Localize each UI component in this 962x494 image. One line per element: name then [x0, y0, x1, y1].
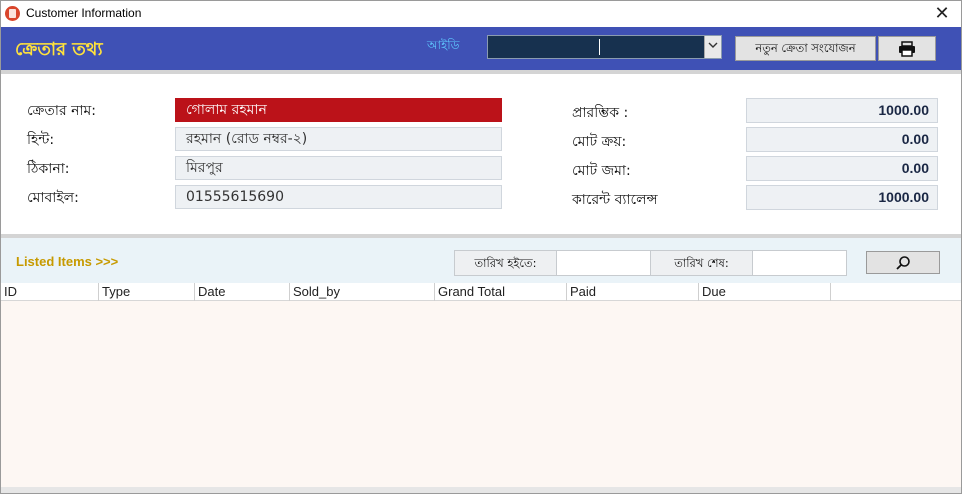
column-header-due[interactable]: Due [699, 283, 831, 301]
column-header-sold-by[interactable]: Sold_by [290, 283, 435, 301]
address-label: ঠিকানা: [27, 161, 70, 177]
mobile-field[interactable]: 01555615690 [175, 185, 502, 209]
header-bar: ক্রেতার তথ্য আইডি নতুন ক্রেতা সংযোজন [1, 27, 961, 70]
listed-items-label: Listed Items >>> [16, 254, 119, 269]
date-from-input[interactable] [556, 250, 651, 276]
id-label: আইডি [427, 38, 460, 52]
text-cursor [599, 39, 600, 55]
page-title: ক্রেতার তথ্য [15, 39, 103, 60]
column-header-date[interactable]: Date [195, 283, 290, 301]
filter-bar: Listed Items >>> তারিখ হইতে: তারিখ শেষ: [1, 234, 961, 283]
current-balance-label: কারেন্ট ব্যালেন্স [572, 192, 658, 208]
column-header-type[interactable]: Type [99, 283, 195, 301]
current-balance-value: 1000.00 [746, 185, 938, 210]
opening-balance-label: প্রারম্ভিক : [572, 105, 629, 121]
total-deposit-label: মোট জমা: [572, 163, 631, 179]
bottom-border [1, 487, 961, 493]
table-header: ID Type Date Sold_by Grand Total Paid Du… [1, 283, 961, 301]
window-title: Customer Information [26, 6, 142, 20]
customer-name-field[interactable]: গোলাম রহমান [175, 98, 502, 122]
date-to-input[interactable] [752, 250, 847, 276]
mobile-label: মোবাইল: [27, 190, 79, 206]
total-purchase-value: 0.00 [746, 127, 938, 152]
total-deposit-value: 0.00 [746, 156, 938, 181]
print-button[interactable] [878, 36, 936, 61]
customer-information-window: Customer Information ✕ ক্রেতার তথ্য আইডি… [0, 0, 962, 494]
search-icon [896, 256, 910, 270]
address-field[interactable]: মিরপুর [175, 156, 502, 180]
hint-field[interactable]: রহমান (রোড নম্বর-২) [175, 127, 502, 151]
customer-info-panel: ক্রেতার নাম: গোলাম রহমান হিন্ট: রহমান (র… [1, 70, 961, 234]
add-customer-button[interactable]: নতুন ক্রেতা সংযোজন [735, 36, 876, 61]
title-bar: Customer Information ✕ [1, 1, 961, 27]
printer-icon [899, 41, 915, 57]
date-from-label: তারিখ হইতে: [454, 250, 557, 276]
items-table[interactable]: ID Type Date Sold_by Grand Total Paid Du… [1, 283, 961, 487]
app-icon [5, 6, 20, 21]
close-button[interactable]: ✕ [931, 3, 953, 25]
total-purchase-label: মোট ক্রয়: [572, 134, 627, 150]
column-header-id[interactable]: ID [1, 283, 99, 301]
customer-name-label: ক্রেতার নাম: [27, 103, 97, 119]
chevron-down-icon[interactable] [704, 36, 721, 58]
column-header-paid[interactable]: Paid [567, 283, 699, 301]
id-combobox[interactable] [487, 35, 722, 59]
date-to-label: তারিখ শেষ: [650, 250, 753, 276]
opening-balance-value: 1000.00 [746, 98, 938, 123]
hint-label: হিন্ট: [27, 132, 55, 148]
column-header-grand-total[interactable]: Grand Total [435, 283, 567, 301]
search-button[interactable] [866, 251, 940, 274]
